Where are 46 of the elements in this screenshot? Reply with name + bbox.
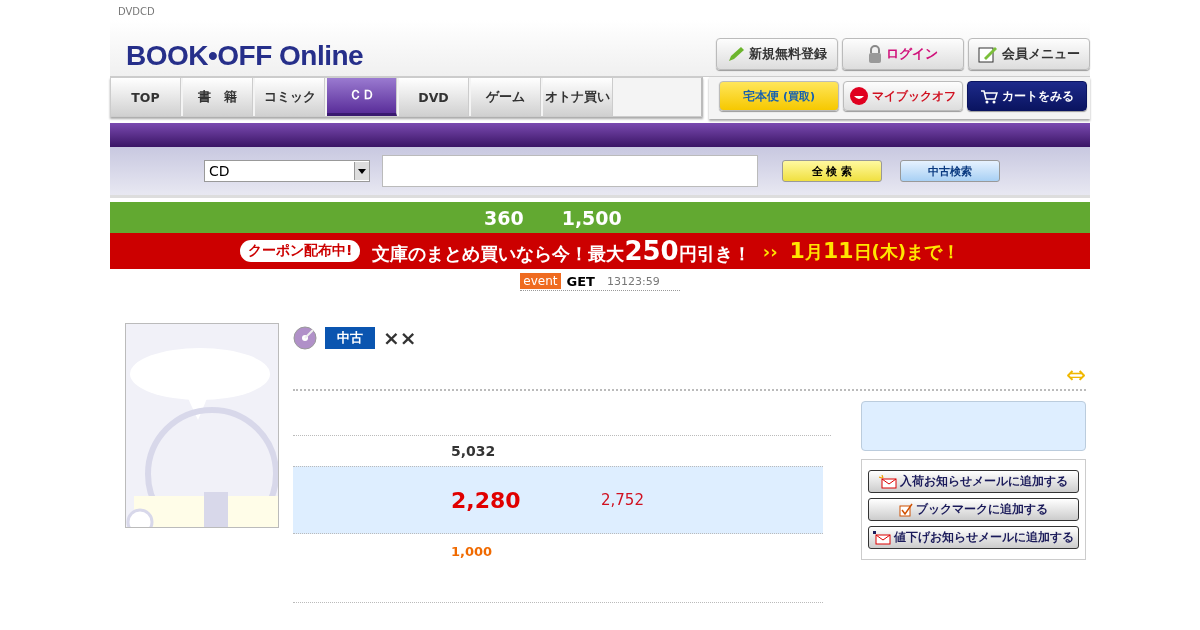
envelope-icon xyxy=(873,530,891,545)
countdown-time: 13123:59 xyxy=(606,274,661,288)
breadcrumb: DVDCD xyxy=(117,5,156,19)
event-label: GET xyxy=(566,273,595,289)
action-button[interactable]: 入荷お知らせメールに追加する xyxy=(868,470,1079,493)
checkbox-icon xyxy=(899,502,913,517)
condition-label: 中古 xyxy=(325,327,375,349)
select-value: CD xyxy=(209,163,230,179)
caret-icon xyxy=(354,162,369,180)
coupon-label: クーポン配布中! xyxy=(240,240,361,262)
nav-tab[interactable]: オトナ買い xyxy=(543,78,613,116)
service-button[interactable]: 宅本便 (買取) xyxy=(719,81,839,111)
action-button[interactable]: 値下げお知らせメールに追加する xyxy=(868,526,1079,549)
banner-arrow: ›› xyxy=(762,240,778,262)
account-button[interactable]: 会員メニュー xyxy=(968,38,1090,70)
account-button[interactable]: 新規無料登録 xyxy=(716,38,838,70)
envelope-icon xyxy=(879,474,897,489)
product-title: ×× xyxy=(383,326,417,350)
nav-tab[interactable]: ＣＤ xyxy=(327,78,397,116)
nav-tab[interactable]: ゲーム xyxy=(471,78,541,116)
lock-icon xyxy=(868,45,882,63)
site-logo[interactable]: BOOK•OFF Online xyxy=(110,40,364,76)
search-button[interactable]: 中古検索 xyxy=(900,160,1000,182)
action-button[interactable]: ブックマークに追加する xyxy=(868,498,1079,521)
pencil-icon xyxy=(727,46,745,62)
account-button[interactable]: ログイン xyxy=(842,38,964,70)
service-button[interactable]: マイブックオフ xyxy=(843,81,963,111)
cart-icon xyxy=(980,88,998,104)
discount-amount: 2,752 xyxy=(601,491,644,509)
list-price: 5,032 xyxy=(451,443,496,459)
promo-text: 1,500 xyxy=(561,206,622,229)
disc-icon xyxy=(293,326,317,350)
notepad-icon xyxy=(978,45,998,63)
banner-message: 文庫のまとめ買いなら今！最大250円引き！ xyxy=(372,236,751,266)
nav-tab[interactable]: 書 籍 xyxy=(183,78,253,116)
search-button[interactable]: 全 検 索 xyxy=(782,160,882,182)
sale-price: 2,280 xyxy=(451,487,522,513)
nav-tab[interactable]: DVD xyxy=(399,78,469,116)
nav-tab[interactable]: TOP xyxy=(111,78,181,116)
nav-tab[interactable]: コミック xyxy=(255,78,325,116)
service-button[interactable]: カートをみる xyxy=(967,81,1087,111)
category-select[interactable]: CD xyxy=(204,160,370,182)
search-field[interactable] xyxy=(382,155,758,187)
points-value: 1,000 xyxy=(451,543,493,559)
promo-text: 360 xyxy=(484,206,524,229)
event-tag: event xyxy=(520,273,561,289)
